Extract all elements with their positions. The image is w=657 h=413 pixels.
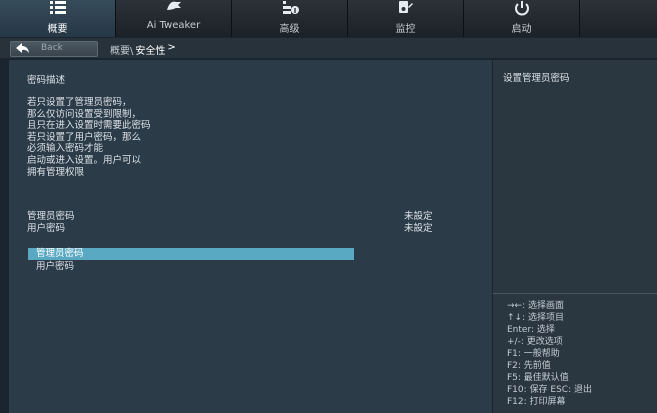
tab-label: 启动 xyxy=(511,24,532,35)
breadcrumb-parent[interactable]: 概要\ xyxy=(110,42,133,57)
description-line: 启动或进入设置。用户可以 xyxy=(27,154,142,166)
tab-ai-tweaker[interactable]: Ai Tweaker xyxy=(116,0,232,37)
breadcrumb: 概要\ 安全性 > xyxy=(110,42,176,57)
tab-label: 高级 xyxy=(279,24,300,35)
tab-label: 概要 xyxy=(47,24,68,35)
list-icon xyxy=(0,0,115,18)
user-password-status-row: 用户密码 未設定 xyxy=(27,220,447,234)
description-line: 且只在进入设置时需要此密码 xyxy=(27,120,151,132)
key-hint: F1: 一般帮助 xyxy=(507,349,560,359)
description-line: 那么仅访问设置受到限制， xyxy=(27,108,142,120)
tab-advanced[interactable]: 高级 xyxy=(232,0,348,37)
admin-password-menu-item[interactable]: 管理员密码 xyxy=(28,248,354,260)
back-button[interactable]: Back xyxy=(10,41,98,57)
power-icon xyxy=(464,0,579,18)
key-hint: F10: 保存 ESC: 退出 xyxy=(507,385,592,395)
key-hint: Enter: 选择 xyxy=(507,325,555,335)
status-label: 用户密码 xyxy=(27,223,66,234)
description-line: 若只设置了管理员密码， xyxy=(27,97,132,108)
tab-label: Ai Tweaker xyxy=(146,20,201,31)
tab-next-partial[interactable] xyxy=(580,0,601,37)
top-tab-bar: 概要 Ai Tweaker 高级 监控 启动 xyxy=(0,0,657,37)
status-value: 未設定 xyxy=(404,223,433,234)
help-divider xyxy=(493,293,657,294)
tab-label: 监控 xyxy=(395,24,416,35)
help-panel: 设置管理员密码 →←: 选择画面 ↑↓: 选择项目 Enter: 选择 +/-:… xyxy=(493,60,657,413)
description-line: 必须输入密码才能 xyxy=(27,143,104,155)
key-hint: +/-: 更改选项 xyxy=(507,337,563,347)
key-hint: →←: 选择画面 xyxy=(507,301,564,311)
description-heading: 密码描述 xyxy=(27,75,66,86)
tab-overview[interactable]: 概要 xyxy=(0,0,116,37)
key-legend: →←: 选择画面 ↑↓: 选择项目 Enter: 选择 +/-: 更改选项 F1… xyxy=(507,300,592,408)
key-hint: F2: 先前值 xyxy=(507,361,551,371)
tab-monitor[interactable]: 监控 xyxy=(348,0,464,37)
back-label: Back xyxy=(41,43,63,53)
key-hint: F5: 最佳默认值 xyxy=(507,373,569,383)
back-arrow-icon xyxy=(15,42,31,58)
help-title: 设置管理员密码 xyxy=(503,73,570,84)
admin-password-status-row: 管理员密码 未設定 xyxy=(27,208,447,222)
user-password-menu-item[interactable]: 用户密码 xyxy=(28,261,354,273)
breadcrumb-bar: Back 概要\ 安全性 > xyxy=(0,38,657,58)
breadcrumb-separator: > xyxy=(167,42,176,53)
description-text: 若只设置了管理员密码， 那么仅访问设置受到限制， 且只在进入设置时需要此密码 若… xyxy=(27,97,151,178)
breadcrumb-current: 安全性 xyxy=(135,46,166,57)
description-line: 若只设置了用户密码，那么 xyxy=(27,131,142,143)
tweaker-icon xyxy=(116,0,231,18)
monitor-icon xyxy=(348,0,463,18)
advanced-icon xyxy=(232,0,347,18)
key-hint: F12: 打印屏幕 xyxy=(507,397,566,407)
tab-boot[interactable]: 启动 xyxy=(464,0,580,37)
description-line: 拥有管理权限 xyxy=(27,166,85,178)
key-hint: ↑↓: 选择项目 xyxy=(507,313,564,323)
